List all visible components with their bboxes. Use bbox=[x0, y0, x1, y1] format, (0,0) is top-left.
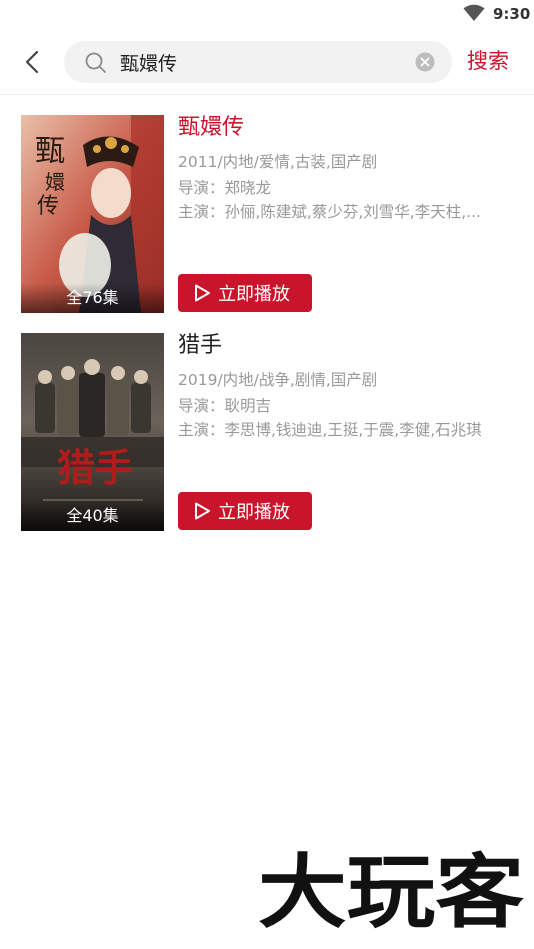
play-icon bbox=[195, 502, 210, 520]
episode-count: 全76集 bbox=[21, 283, 164, 313]
result-director: 导演：郑晓龙 bbox=[178, 179, 272, 197]
play-now-button[interactable]: 立即播放 bbox=[178, 492, 312, 530]
clear-icon[interactable] bbox=[415, 52, 435, 72]
result-info: 2019/内地/战争,剧情,国产剧 bbox=[178, 371, 378, 389]
result-title[interactable]: 猎手 bbox=[178, 333, 222, 359]
svg-text:甄: 甄 bbox=[35, 134, 65, 169]
poster-thumbnail[interactable]: 猎手 全40集 bbox=[21, 333, 164, 531]
search-input[interactable] bbox=[120, 41, 410, 83]
result-info: 2011/内地/爱情,古装,国产剧 bbox=[178, 153, 378, 171]
status-bar: 9:30 bbox=[0, 0, 534, 30]
svg-text:传: 传 bbox=[37, 194, 59, 219]
play-now-button[interactable]: 立即播放 bbox=[178, 274, 312, 312]
svg-text:大玩客: 大玩客 bbox=[258, 848, 524, 932]
svg-text:嬛: 嬛 bbox=[45, 170, 65, 194]
result-cast: 主演：李思博,钱迪迪,王挺,于震,李健,石兆琪 bbox=[178, 421, 482, 439]
play-now-label: 立即播放 bbox=[218, 502, 290, 523]
poster-thumbnail[interactable]: 甄 嬛 传 全76集 bbox=[21, 115, 164, 313]
result-item[interactable]: 甄 嬛 传 全76集 甄嬛传 2011/内地/爱情,古装,国产剧 导演：郑晓龙 … bbox=[0, 115, 534, 315]
header-divider bbox=[0, 94, 534, 95]
search-icon bbox=[85, 52, 106, 73]
wifi-icon bbox=[463, 4, 485, 21]
result-cast: 主演：孙俪,陈建斌,蔡少芬,刘雪华,李天柱,... bbox=[178, 203, 481, 221]
status-time: 9:30 bbox=[493, 5, 531, 23]
search-results-screen: 9:30 搜索 bbox=[0, 0, 534, 949]
play-icon bbox=[195, 284, 210, 302]
chevron-left-icon bbox=[25, 50, 39, 74]
play-now-label: 立即播放 bbox=[218, 284, 290, 305]
result-title[interactable]: 甄嬛传 bbox=[178, 115, 244, 141]
episode-count: 全40集 bbox=[21, 501, 164, 531]
watermark-logo: 大玩客 bbox=[258, 848, 524, 932]
result-director: 导演：耿明吉 bbox=[178, 397, 272, 415]
svg-text:猎手: 猎手 bbox=[57, 445, 133, 490]
search-box[interactable] bbox=[64, 41, 452, 83]
search-button[interactable]: 搜索 bbox=[467, 46, 509, 76]
back-button[interactable] bbox=[14, 44, 50, 80]
result-item[interactable]: 猎手 全40集 猎手 2019/内地/战争,剧情,国产剧 导演：耿明吉 主演：李… bbox=[0, 333, 534, 533]
search-header: 搜索 bbox=[0, 38, 534, 88]
